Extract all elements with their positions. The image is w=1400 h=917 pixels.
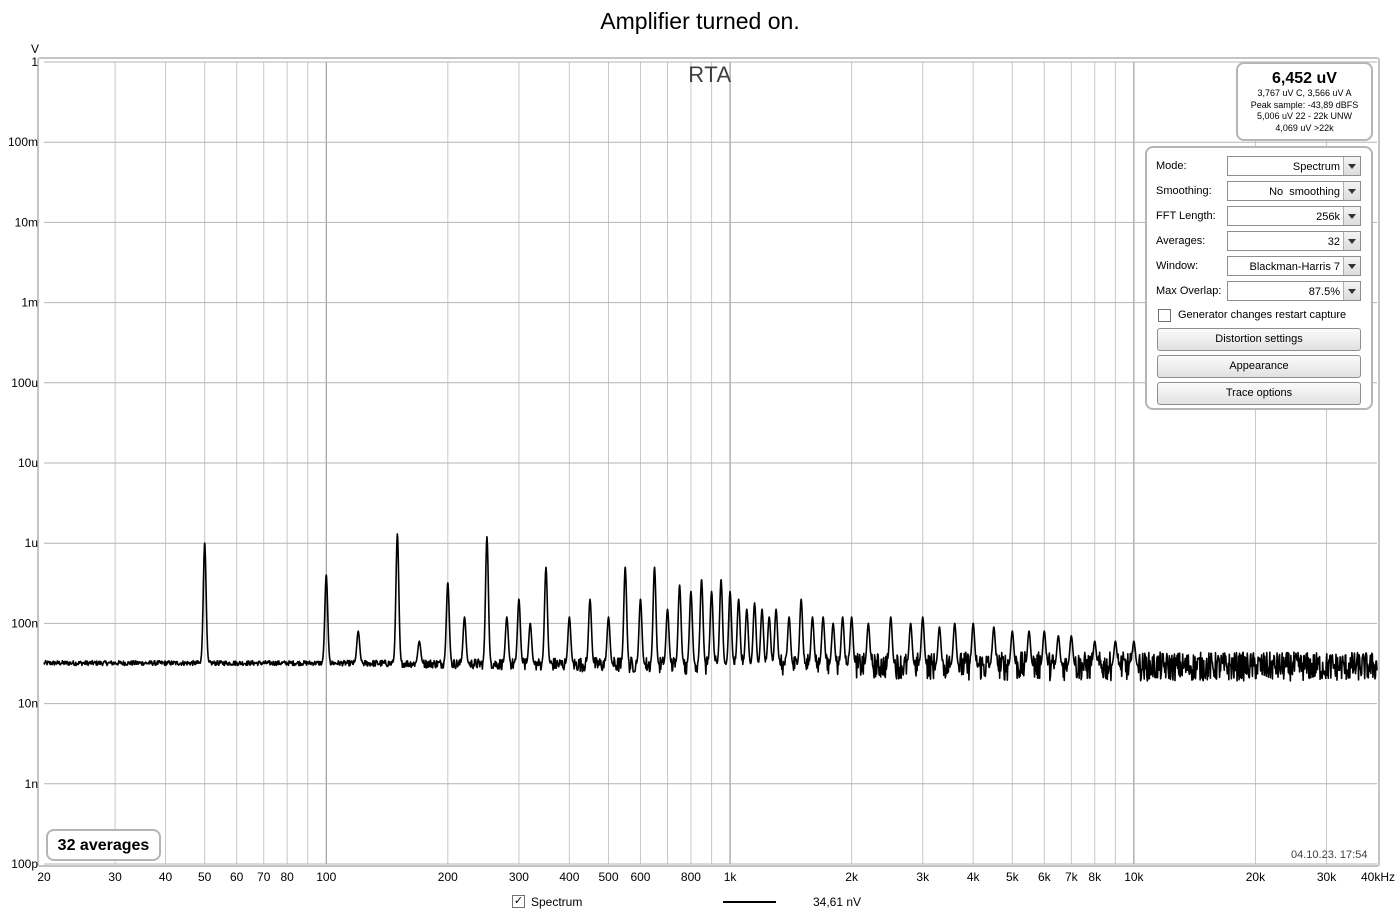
x-tick-label: 3k	[916, 870, 930, 884]
x-tick-label: 60	[230, 870, 244, 884]
window-row: Window: Blackman-Harris 7	[1156, 256, 1364, 277]
x-tick-label: 400	[559, 870, 579, 884]
max-overlap-value: 87.5%	[1308, 286, 1340, 298]
fft-length-value: 256k	[1316, 211, 1340, 223]
averages-select[interactable]: 32	[1227, 231, 1361, 251]
generator-restart-label: Generator changes restart capture	[1178, 309, 1347, 321]
mode-row: Mode: Spectrum	[1156, 156, 1364, 177]
x-tick-label: 300	[509, 870, 529, 884]
y-tick-label: 1n	[25, 777, 38, 791]
mode-label: Mode:	[1156, 160, 1187, 172]
legend-spectrum-value: 34,61 nV	[813, 895, 862, 909]
rta-plot[interactable]: 1 100m 10m 1m 100u 10u 1u 100n 10n 1n 100p 20 30 40 5…	[0, 0, 1400, 917]
window-label: Window:	[1156, 260, 1199, 272]
x-tick-label: 80	[280, 870, 294, 884]
level-line-weighted: 3,767 uV C, 3,566 uV A	[1257, 88, 1352, 98]
chevron-down-icon[interactable]	[1343, 182, 1360, 200]
y-tick-label: 10m	[15, 215, 38, 229]
x-tick-label: 5k	[1006, 870, 1020, 884]
distortion-settings-button[interactable]: Distortion settings	[1157, 328, 1361, 351]
y-tick-label: 100u	[11, 376, 38, 390]
smoothing-value: No smoothing	[1269, 186, 1340, 198]
mode-select[interactable]: Spectrum	[1227, 156, 1361, 176]
x-tick-label: 800	[681, 870, 701, 884]
x-tick-label: 40kHz	[1361, 870, 1395, 884]
rta-panel-title: RTA	[688, 62, 732, 87]
legend-spectrum-checkbox[interactable]: ✓	[512, 895, 525, 908]
x-tick-label: 2k	[845, 870, 859, 884]
averages-row: Averages: 32	[1156, 231, 1364, 252]
legend-line-swatch	[723, 901, 776, 903]
chevron-down-icon[interactable]	[1343, 207, 1360, 225]
x-tick-label: 30k	[1317, 870, 1337, 884]
y-tick-label: 100n	[11, 616, 38, 630]
y-tick-label: 10u	[18, 456, 38, 470]
x-tick-label: 600	[630, 870, 650, 884]
trace-options-button[interactable]: Trace options	[1157, 382, 1361, 405]
x-tick-label: 100	[316, 870, 336, 884]
x-tick-label: 500	[598, 870, 618, 884]
x-tick-label: 200	[438, 870, 458, 884]
fft-length-label: FFT Length:	[1156, 210, 1216, 222]
x-tick-label: 20	[37, 870, 51, 884]
timestamp: 04.10.23. 17:54	[1291, 849, 1368, 861]
y-tick-label: 1m	[21, 296, 38, 310]
x-tick-label: 1k	[724, 870, 738, 884]
chevron-down-icon[interactable]	[1343, 157, 1360, 175]
y-tick-label: 100p	[11, 857, 38, 871]
x-tick-label: 6k	[1038, 870, 1052, 884]
window-select[interactable]: Blackman-Harris 7	[1227, 256, 1361, 276]
y-tick-label: 10n	[18, 697, 38, 711]
y-tick-label: 100m	[8, 135, 38, 149]
x-tick-label: 70	[257, 870, 271, 884]
x-tick-label: 8k	[1088, 870, 1102, 884]
level-line-above-22k: 4,069 uV >22k	[1275, 122, 1334, 133]
legend-spectrum-label: Spectrum	[531, 895, 583, 909]
averages-badge: 32 averages	[46, 829, 161, 861]
rta-controls-panel: Mode: Spectrum Smoothing: No smoothing F…	[1145, 146, 1373, 410]
fft-length-select[interactable]: 256k	[1227, 206, 1361, 226]
x-tick-label: 20k	[1246, 870, 1266, 884]
y-tick-label: 1	[31, 55, 38, 69]
level-line-unweighted: 5,006 uV 22 - 22k UNW	[1256, 111, 1353, 121]
smoothing-row: Smoothing: No smoothing	[1156, 181, 1364, 202]
x-tick-label: 7k	[1065, 870, 1079, 884]
level-line-peak: Peak sample: -43,89 dBFS	[1250, 99, 1359, 110]
chevron-down-icon[interactable]	[1343, 257, 1360, 275]
max-overlap-label: Max Overlap:	[1156, 285, 1222, 297]
averages-value: 32	[1327, 236, 1340, 248]
x-tick-label: 50	[198, 870, 212, 884]
mode-value: Spectrum	[1292, 161, 1340, 173]
smoothing-select[interactable]: No smoothing	[1227, 181, 1361, 201]
level-readout: 6,452 uV 3,767 uV C, 3,566 uV A Peak sam…	[1236, 62, 1373, 141]
x-tick-label: 10k	[1124, 870, 1144, 884]
x-tick-label: 4k	[967, 870, 981, 884]
level-main-value: 6,452 uV	[1272, 70, 1337, 87]
averages-label: Averages:	[1156, 235, 1206, 247]
x-tick-label: 30	[108, 870, 122, 884]
window-value: Blackman-Harris 7	[1249, 261, 1340, 273]
y-tick-label: 1u	[25, 536, 38, 550]
chevron-down-icon[interactable]	[1343, 282, 1360, 300]
x-tick-label: 40	[159, 870, 173, 884]
chevron-down-icon[interactable]	[1343, 232, 1360, 250]
fft-length-row: FFT Length: 256k	[1156, 206, 1364, 227]
max-overlap-select[interactable]: 87.5%	[1227, 281, 1361, 301]
smoothing-label: Smoothing:	[1156, 185, 1212, 197]
max-overlap-row: Max Overlap: 87.5%	[1156, 281, 1364, 302]
appearance-button[interactable]: Appearance	[1157, 355, 1361, 378]
generator-restart-checkbox[interactable]	[1158, 309, 1171, 322]
spectrum-trace	[43, 533, 1378, 682]
